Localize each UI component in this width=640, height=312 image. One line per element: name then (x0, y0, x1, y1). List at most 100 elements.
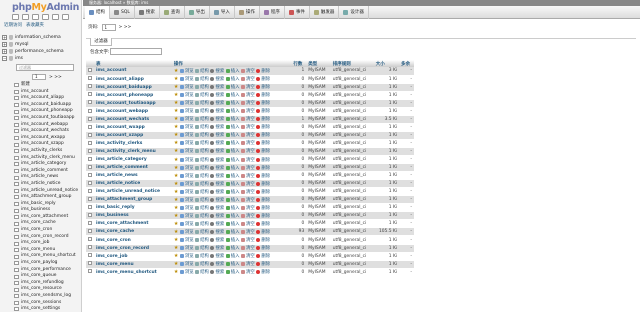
insert-action[interactable]: 插入 (225, 269, 240, 275)
insert-action[interactable]: 插入 (225, 197, 240, 203)
browse-action[interactable]: 浏览 (179, 92, 194, 98)
favorite-star-icon[interactable]: ★ (174, 229, 178, 235)
tab-4[interactable]: 导出 (185, 5, 210, 19)
browse-action[interactable]: 浏览 (179, 221, 194, 227)
table-size[interactable]: 1 Ki (373, 244, 400, 253)
tab-3[interactable]: 查询 (160, 5, 185, 19)
drop-action[interactable]: 删除 (256, 205, 270, 211)
browse-action[interactable]: 浏览 (179, 253, 194, 259)
insert-action[interactable]: 插入 (225, 181, 240, 187)
expand-icon[interactable]: + (2, 49, 7, 54)
row-checkbox[interactable] (88, 140, 92, 145)
empty-action[interactable]: 清空 (241, 173, 255, 179)
sidebar-table-item[interactable]: ims_article_category (2, 161, 80, 168)
empty-action[interactable]: 清空 (241, 116, 255, 122)
structure-action[interactable]: 结构 (195, 116, 209, 122)
home-icon[interactable] (12, 14, 19, 20)
empty-action[interactable]: 清空 (241, 245, 255, 251)
table-size[interactable]: 1 Ki (373, 131, 400, 140)
db-item-information-schema[interactable]: + information_schema (2, 34, 80, 41)
search-action[interactable]: 搜索 (210, 213, 224, 219)
browse-action[interactable]: 浏览 (179, 108, 194, 114)
structure-action[interactable]: 结构 (195, 76, 209, 82)
table-size[interactable]: 1 Ki (373, 235, 400, 245)
sidebar-table-item[interactable]: ims_core_job (2, 240, 80, 247)
drop-action[interactable]: 删除 (256, 221, 270, 227)
insert-action[interactable]: 插入 (225, 205, 240, 211)
db-item-mysql[interactable]: + mysql (2, 41, 80, 48)
browse-action[interactable]: 浏览 (179, 197, 194, 203)
table-name[interactable]: ims_article_unread_notice (94, 187, 172, 197)
page-nav[interactable]: > >> (119, 25, 132, 30)
favorite-star-icon[interactable]: ★ (174, 165, 178, 171)
search-action[interactable]: 搜索 (210, 124, 224, 130)
row-checkbox[interactable] (88, 156, 92, 161)
page-select[interactable]: 1 (101, 23, 116, 31)
browse-action[interactable]: 浏览 (179, 165, 194, 171)
structure-action[interactable]: 结构 (195, 100, 209, 106)
structure-action[interactable]: 结构 (195, 269, 209, 275)
empty-action[interactable]: 清空 (241, 213, 255, 219)
expand-icon[interactable]: + (2, 42, 7, 47)
row-checkbox[interactable] (88, 269, 92, 274)
table-size[interactable]: 1 Ki (373, 203, 400, 213)
insert-action[interactable]: 插入 (225, 261, 240, 267)
search-action[interactable]: 搜索 (210, 261, 224, 267)
empty-action[interactable]: 清空 (241, 189, 255, 195)
search-action[interactable]: 搜索 (210, 197, 224, 203)
row-checkbox[interactable] (88, 92, 92, 97)
drop-action[interactable]: 删除 (256, 116, 270, 122)
browse-action[interactable]: 浏览 (179, 229, 194, 235)
drop-action[interactable]: 删除 (256, 92, 270, 98)
row-checkbox[interactable] (88, 213, 92, 218)
empty-action[interactable]: 清空 (241, 181, 255, 187)
table-size[interactable]: 1 Ki (373, 260, 400, 269)
insert-action[interactable]: 插入 (225, 148, 240, 154)
structure-action[interactable]: 结构 (195, 245, 209, 251)
table-name[interactable]: ims_article_news (94, 171, 172, 181)
browse-action[interactable]: 浏览 (179, 205, 194, 211)
search-action[interactable]: 搜索 (210, 108, 224, 114)
browse-action[interactable]: 浏览 (179, 140, 194, 146)
sidebar-table-item[interactable]: ims_core_cron (2, 227, 80, 234)
favorites-link[interactable]: 表收藏夹 (26, 22, 44, 28)
table-size[interactable]: 1 Ki (373, 219, 400, 229)
empty-action[interactable]: 清空 (241, 221, 255, 227)
row-checkbox[interactable] (88, 237, 92, 242)
table-name[interactable]: ims_core_attachment (94, 219, 172, 229)
settings-icon[interactable] (52, 14, 59, 20)
browse-action[interactable]: 浏览 (179, 261, 194, 267)
drop-action[interactable]: 删除 (256, 253, 270, 259)
table-name[interactable]: ims_core_menu (94, 260, 172, 269)
table-name[interactable]: ims_account_webapp (94, 107, 172, 116)
table-size[interactable]: 1 Ki (373, 268, 400, 277)
table-size[interactable]: 1 Ki (373, 195, 400, 205)
row-checkbox[interactable] (88, 108, 92, 113)
insert-action[interactable]: 插入 (225, 213, 240, 219)
favorite-star-icon[interactable]: ★ (174, 84, 178, 90)
row-checkbox[interactable] (88, 84, 92, 89)
drop-action[interactable]: 删除 (256, 76, 270, 82)
browse-action[interactable]: 浏览 (179, 76, 194, 82)
sidebar-table-item[interactable]: ims_core_paylog (2, 260, 80, 267)
empty-action[interactable]: 清空 (241, 261, 255, 267)
search-action[interactable]: 搜索 (210, 173, 224, 179)
insert-action[interactable]: 插入 (225, 68, 240, 74)
db-item-performance-schema[interactable]: + performance_schema (2, 48, 80, 55)
table-name[interactable]: ims_account_wxapp (94, 123, 172, 132)
drop-action[interactable]: 删除 (256, 245, 270, 251)
structure-action[interactable]: 结构 (195, 140, 209, 146)
drop-action[interactable]: 删除 (256, 68, 270, 74)
insert-action[interactable]: 插入 (225, 100, 240, 106)
empty-action[interactable]: 清空 (241, 197, 255, 203)
help-icon[interactable] (32, 14, 39, 20)
table-size[interactable]: 1 Ki (373, 171, 400, 181)
browse-action[interactable]: 浏览 (179, 181, 194, 187)
search-action[interactable]: 搜索 (210, 68, 224, 74)
drop-action[interactable]: 删除 (256, 140, 270, 146)
drop-action[interactable]: 删除 (256, 148, 270, 154)
table-name[interactable]: ims_account_toutiaoapp (94, 99, 172, 108)
table-size[interactable]: 1 Ki (373, 252, 400, 261)
browse-action[interactable]: 浏览 (179, 148, 194, 154)
drop-action[interactable]: 删除 (256, 124, 270, 130)
